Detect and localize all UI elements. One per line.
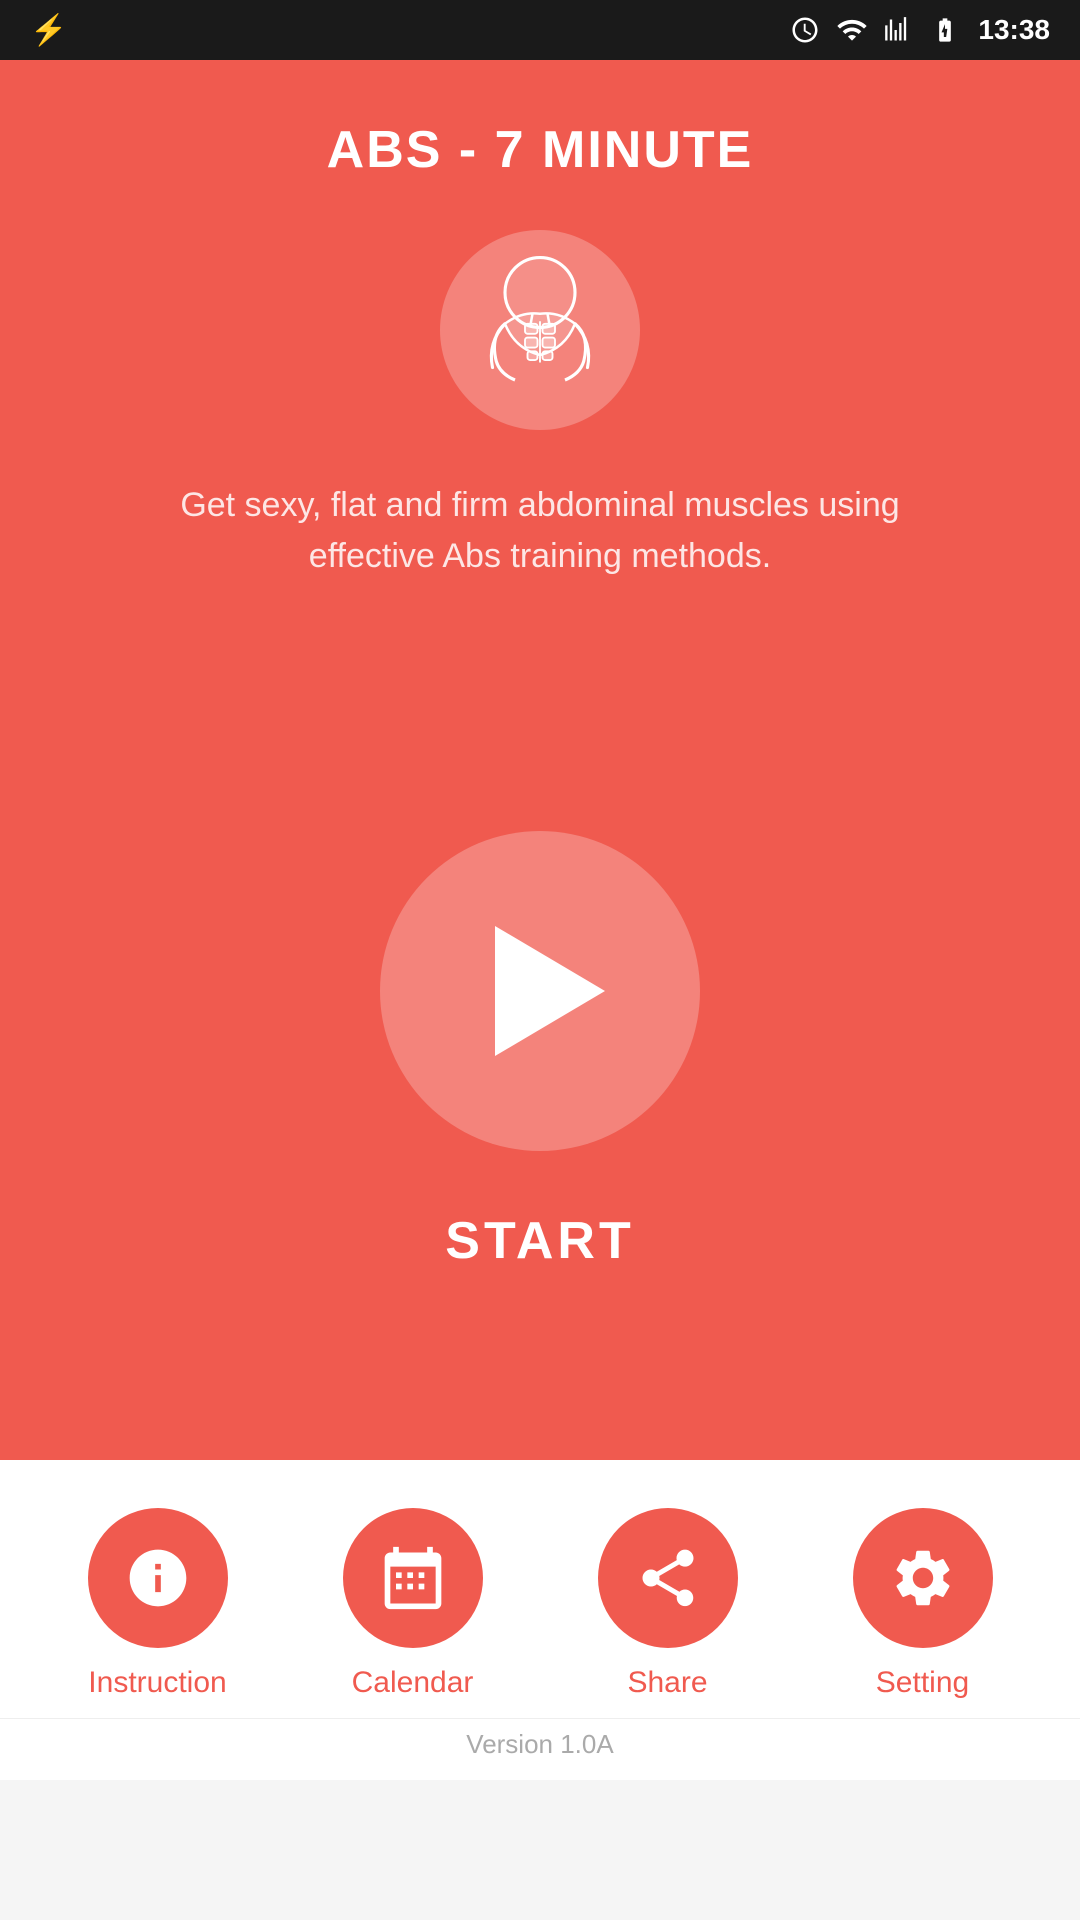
share-label: Share	[627, 1666, 707, 1700]
time-display: 13:38	[978, 14, 1050, 46]
battery-icon	[928, 16, 962, 44]
play-triangle-icon	[495, 926, 605, 1056]
instruction-icon-circle	[88, 1508, 228, 1648]
calendar-icon-circle	[343, 1508, 483, 1648]
calendar-label: Calendar	[352, 1666, 474, 1700]
divider	[0, 1718, 1080, 1719]
description-text: Get sexy, flat and firm abdominal muscle…	[140, 480, 940, 582]
start-label: START	[445, 1211, 634, 1271]
version-text: Version 1.0A	[466, 1729, 613, 1780]
share-icon	[634, 1544, 702, 1612]
alarm-icon	[790, 15, 820, 45]
share-icon-circle	[598, 1508, 738, 1648]
app-title: ABS - 7 MINUTE	[327, 120, 754, 180]
setting-label: Setting	[876, 1666, 969, 1700]
gear-icon	[889, 1544, 957, 1612]
nav-item-instruction[interactable]: Instruction	[88, 1508, 228, 1700]
abs-icon-circle	[440, 230, 640, 430]
play-button[interactable]	[380, 831, 700, 1151]
nav-items: Instruction Calendar Share	[0, 1460, 1080, 1718]
status-bar-right: 13:38	[790, 14, 1050, 46]
calendar-icon	[379, 1544, 447, 1612]
setting-icon-circle	[853, 1508, 993, 1648]
nav-item-calendar[interactable]: Calendar	[343, 1508, 483, 1700]
status-bar-left: ⚡	[30, 13, 67, 48]
main-area: ABS - 7 MINUTE	[0, 60, 1080, 1780]
nav-item-setting[interactable]: Setting	[853, 1508, 993, 1700]
instruction-label: Instruction	[88, 1666, 226, 1700]
wifi-icon	[836, 14, 868, 46]
usb-icon: ⚡	[30, 13, 67, 48]
nav-item-share[interactable]: Share	[598, 1508, 738, 1700]
status-bar: ⚡ 13:38	[0, 0, 1080, 60]
red-section: ABS - 7 MINUTE	[0, 60, 1080, 1460]
bottom-nav: Instruction Calendar Share	[0, 1460, 1080, 1780]
signal-icon	[884, 16, 912, 44]
info-icon	[124, 1544, 192, 1612]
abs-body-icon	[475, 255, 605, 405]
play-button-container: START	[380, 642, 700, 1460]
